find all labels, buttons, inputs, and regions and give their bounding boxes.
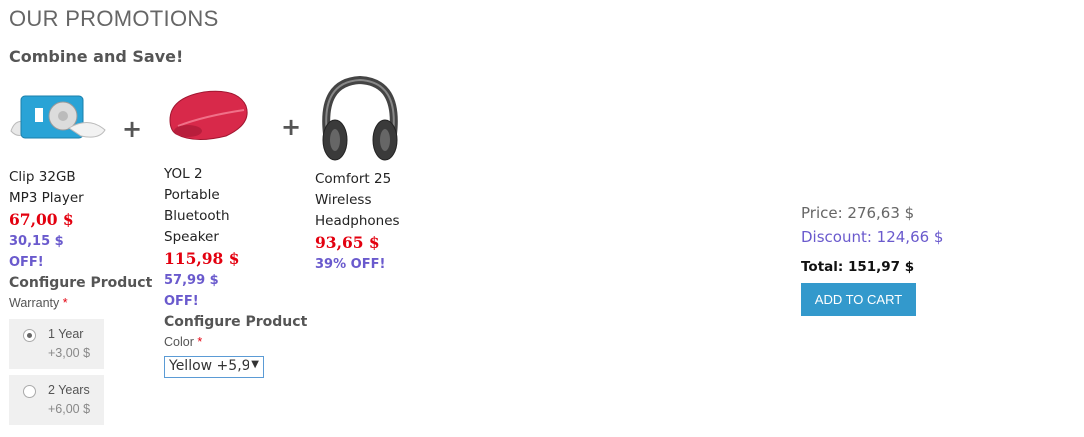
product-name: Portable bbox=[164, 187, 220, 203]
product-price: 67,00 $ bbox=[9, 210, 74, 229]
product-discount: 39% OFF! bbox=[315, 257, 386, 272]
product-price: 115,98 $ bbox=[164, 249, 240, 268]
add-to-cart-button[interactable]: ADD TO CART bbox=[801, 283, 916, 316]
product-name: MP3 Player bbox=[9, 190, 84, 206]
radio-button[interactable] bbox=[23, 385, 36, 398]
product-name: Wireless bbox=[315, 192, 372, 208]
product-name: Clip 32GB bbox=[9, 169, 76, 185]
warranty-option-name: 2 Years bbox=[48, 383, 90, 397]
product-headphones: Comfort 25 Wireless Headphones 93,65 $ 3… bbox=[315, 74, 405, 275]
product-price: 93,65 $ bbox=[315, 233, 380, 252]
warranty-label: Warranty * bbox=[9, 293, 152, 313]
promotion-summary: Price: 276,63 $ Discount: 124,66 $ Total… bbox=[801, 201, 943, 316]
configure-product-title: Configure Product bbox=[164, 314, 308, 330]
color-select[interactable]: Yellow +5,9 ▼ bbox=[164, 356, 264, 378]
product-discount: OFF! bbox=[9, 255, 44, 270]
color-label-text: Color bbox=[164, 335, 194, 349]
chevron-down-icon[interactable]: ▼ bbox=[251, 359, 259, 370]
product-name: Headphones bbox=[315, 213, 400, 229]
product-discount: 30,15 $ bbox=[9, 234, 64, 249]
warranty-option-price: +3,00 $ bbox=[48, 346, 91, 360]
required-mark: * bbox=[62, 296, 68, 310]
headphones-image[interactable] bbox=[315, 74, 405, 166]
warranty-option-price: +6,00 $ bbox=[48, 402, 91, 416]
summary-discount: Discount: 124,66 $ bbox=[801, 228, 944, 246]
bluetooth-speaker-image[interactable] bbox=[164, 86, 254, 146]
product-discount: OFF! bbox=[164, 294, 199, 309]
warranty-label-text: Warranty bbox=[9, 296, 60, 310]
color-label: Color * bbox=[164, 332, 307, 352]
product-name: Comfort 25 bbox=[315, 171, 392, 187]
configure-product-title: Configure Product bbox=[9, 275, 153, 291]
summary-total: Total: 151,97 $ bbox=[801, 259, 915, 275]
plus-separator: + bbox=[281, 113, 302, 141]
plus-separator: + bbox=[122, 115, 143, 143]
required-mark: * bbox=[197, 335, 203, 349]
product-name: Bluetooth bbox=[164, 208, 230, 224]
product-name: Speaker bbox=[164, 229, 219, 245]
warranty-option-name: 1 Year bbox=[48, 327, 84, 341]
warranty-option-2-years[interactable]: 2 Years +6,00 $ bbox=[9, 375, 104, 425]
product-name: YOL 2 bbox=[164, 166, 203, 182]
color-select-value: Yellow +5,9 bbox=[169, 358, 249, 374]
product-discount: 57,99 $ bbox=[164, 273, 219, 288]
page-title: OUR PROMOTIONS bbox=[9, 6, 219, 31]
summary-price: Price: 276,63 $ bbox=[801, 204, 915, 222]
mp3-player-image[interactable] bbox=[9, 86, 109, 146]
warranty-option-1-year[interactable]: 1 Year +3,00 $ bbox=[9, 319, 104, 369]
radio-button-checked[interactable] bbox=[23, 329, 36, 342]
promo-subtitle: Combine and Save! bbox=[9, 47, 184, 66]
